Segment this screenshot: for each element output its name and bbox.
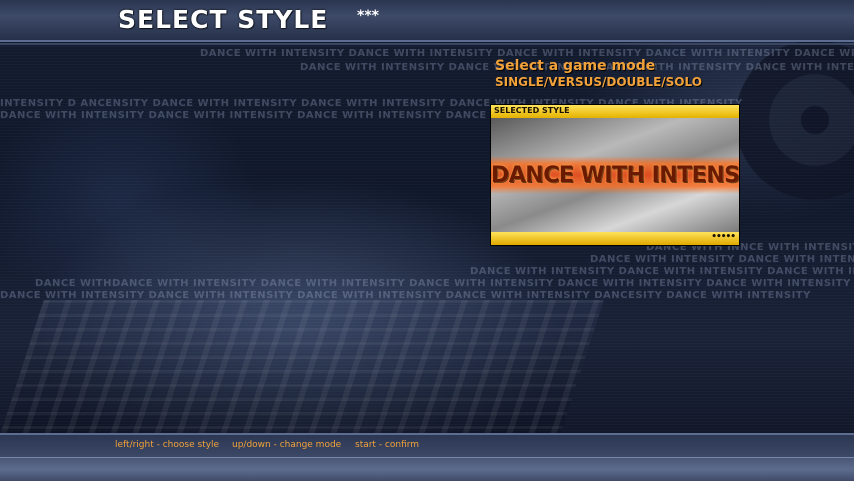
panel-footer-strip: ••••• [491, 232, 739, 245]
controls-help-bar: left/right - choose style up/down - chan… [0, 433, 854, 457]
background-text-row: DANCE WITH INTENSITY DANCE WITH INTENSIT… [590, 254, 854, 265]
game-mode-heading: Select a game mode [495, 58, 656, 74]
header-divider [0, 43, 854, 45]
style-preview: DANCE WITH INTENSITY [491, 118, 739, 232]
page-title: SELECT STYLE [118, 5, 329, 34]
header-bar: SELECT STYLE *** [0, 0, 854, 42]
selected-style-panel[interactable]: SELECTED STYLE DANCE WITH INTENSITY ••••… [491, 105, 739, 245]
background-text-row: DANCE WITH INTENSITY DANCE WITH INTENSIT… [0, 290, 811, 301]
style-logo: DANCE WITH INTENSITY [491, 163, 739, 188]
help-confirm: start - confirm [355, 440, 420, 450]
help-choose-style: left/right - choose style [115, 440, 220, 450]
footer-bar [0, 457, 854, 481]
background-text-row: DANCE WITH INTENSITY DANCE WITH INTENSIT… [470, 266, 854, 277]
panel-header-strip: SELECTED STYLE [491, 105, 739, 118]
page-indicator-dots: ••••• [711, 232, 736, 242]
game-mode-options[interactable]: SINGLE/VERSUS/DOUBLE/SOLO [495, 75, 702, 89]
title-decoration: *** [357, 8, 379, 24]
selected-style-label: SELECTED STYLE [494, 106, 570, 115]
background-text-row: DANCE WITHDANCE WITH INTENSITY DANCE WIT… [35, 278, 854, 289]
help-change-mode: up/down - change mode [232, 440, 342, 450]
